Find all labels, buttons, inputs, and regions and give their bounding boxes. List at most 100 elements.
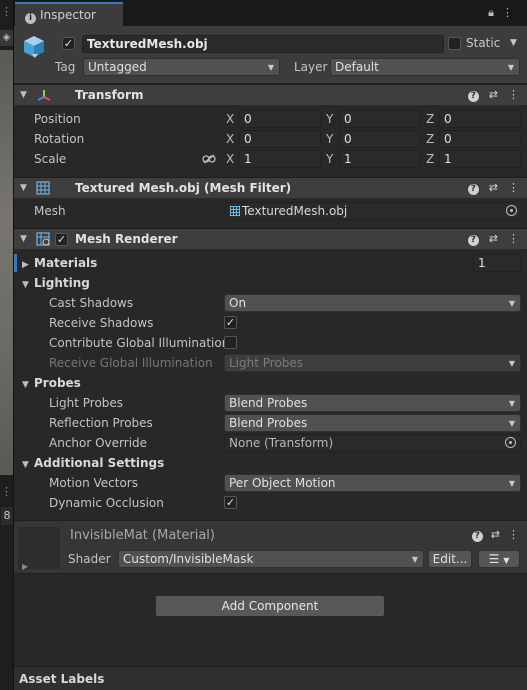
scale-y-field[interactable]: 1 bbox=[339, 150, 421, 168]
chevron-down-icon[interactable]: ▼ bbox=[20, 183, 27, 193]
reflection-probes-dropdown[interactable]: Blend Probes bbox=[224, 414, 521, 432]
object-picker-icon[interactable] bbox=[506, 205, 517, 216]
position-y-field[interactable]: 0 bbox=[339, 110, 421, 128]
asset-labels-label: Asset Labels bbox=[19, 672, 105, 686]
rotation-y-field[interactable]: 0 bbox=[339, 130, 421, 148]
tab-bar: i Inspector 🔒︎⋮ bbox=[14, 0, 527, 26]
probes-label: Probes bbox=[34, 376, 81, 390]
more-icon[interactable]: ⋮ bbox=[1, 486, 12, 497]
mesh-label: Mesh bbox=[34, 204, 66, 218]
chevron-down-icon[interactable]: ▼ bbox=[510, 38, 517, 48]
tag-dropdown[interactable]: Untagged bbox=[83, 58, 280, 76]
material-section: ▶ InvisibleMat (Material) ? ⇄ ⋮ Shader Cus… bbox=[14, 520, 527, 574]
panel-counter: 8 bbox=[1, 507, 13, 525]
position-x-field[interactable]: 0 bbox=[239, 110, 321, 128]
receive-shadows-label: Receive Shadows bbox=[49, 316, 154, 330]
asset-labels-bar[interactable]: Asset Labels bbox=[14, 666, 527, 690]
probes-foldout[interactable]: ▼ Probes bbox=[22, 376, 81, 390]
more-icon[interactable]: ⋮ bbox=[502, 6, 521, 19]
receive-gi-label: Receive Global Illumination bbox=[49, 356, 213, 370]
mesh-renderer-icon bbox=[36, 232, 50, 246]
more-icon[interactable]: ⋮ bbox=[508, 528, 519, 541]
material-title: InvisibleMat (Material) bbox=[70, 528, 215, 543]
component-controls: ? ⇄ ⋮ bbox=[458, 181, 519, 195]
help-icon[interactable]: ? bbox=[471, 531, 483, 542]
layer-label: Layer bbox=[294, 60, 328, 74]
shader-dropdown[interactable]: Custom/InvisibleMask bbox=[118, 550, 424, 568]
selection-indicator bbox=[14, 254, 17, 272]
enabled-checkbox[interactable]: ✓ bbox=[55, 233, 68, 246]
light-probes-label: Light Probes bbox=[49, 396, 124, 410]
rotation-x-field[interactable]: 0 bbox=[239, 130, 321, 148]
object-name-field[interactable]: TexturedMesh.obj bbox=[82, 35, 444, 53]
mesh-renderer-header[interactable]: ▼ ✓ Mesh Renderer ? ⇄ ⋮ bbox=[14, 228, 527, 250]
scale-x-field[interactable]: 1 bbox=[239, 150, 321, 168]
layer-dropdown[interactable]: Default bbox=[330, 58, 520, 76]
help-icon[interactable]: ? bbox=[467, 91, 479, 102]
mesh-object-field[interactable]: TexturedMesh.obj bbox=[225, 202, 522, 220]
transform-header[interactable]: ▼ Transform ? ⇄ ⋮ bbox=[14, 84, 527, 106]
lighting-foldout[interactable]: ▼ Lighting bbox=[22, 276, 90, 290]
add-component-button[interactable]: Add Component bbox=[155, 595, 385, 617]
presets-icon[interactable]: ⇄ bbox=[489, 181, 498, 194]
mesh-renderer-title: Mesh Renderer bbox=[75, 232, 178, 246]
object-picker-icon[interactable] bbox=[505, 437, 516, 448]
help-icon[interactable]: ? bbox=[467, 184, 479, 195]
chevron-down-icon[interactable]: ▼ bbox=[20, 234, 27, 244]
tab-label: Inspector bbox=[40, 8, 96, 22]
tab-inspector[interactable]: i Inspector bbox=[15, 2, 123, 26]
receive-shadows-checkbox[interactable]: ✓ bbox=[224, 316, 237, 329]
axis-z-label: Z bbox=[426, 112, 435, 126]
presets-icon[interactable]: ⇄ bbox=[489, 232, 498, 245]
materials-count-field[interactable]: 1 bbox=[473, 254, 521, 272]
position-z-field[interactable]: 0 bbox=[439, 110, 521, 128]
material-options-button[interactable]: ☰ ▼ bbox=[478, 550, 520, 568]
cast-shadows-dropdown[interactable]: On bbox=[224, 294, 521, 312]
lock-icon[interactable]: 🔒︎ bbox=[488, 6, 502, 19]
mesh-filter-header[interactable]: ▼ Textured Mesh.obj (Mesh Filter) ? ⇄ ⋮ bbox=[14, 177, 527, 199]
anchor-override-label: Anchor Override bbox=[49, 436, 148, 450]
contribute-gi-label: Contribute Global Illumination bbox=[49, 336, 230, 350]
static-checkbox[interactable] bbox=[448, 37, 461, 50]
receive-gi-dropdown: Light Probes bbox=[224, 354, 521, 372]
contribute-gi-checkbox[interactable] bbox=[224, 336, 237, 349]
chevron-down-icon[interactable]: ▼ bbox=[20, 90, 27, 100]
reflection-probes-label: Reflection Probes bbox=[49, 416, 153, 430]
anchor-override-field[interactable]: None (Transform) bbox=[224, 434, 521, 452]
axis-z-label: Z bbox=[426, 132, 435, 146]
layers-icon[interactable]: ◈ bbox=[0, 30, 13, 46]
motion-vectors-dropdown[interactable]: Per Object Motion bbox=[224, 474, 521, 492]
chevron-right-icon[interactable]: ▶ bbox=[22, 562, 28, 571]
info-icon: i bbox=[25, 13, 36, 24]
shader-label: Shader bbox=[68, 552, 111, 566]
axis-x-label: X bbox=[226, 112, 235, 126]
axis-z-label: Z bbox=[426, 152, 435, 166]
axis-y-label: Y bbox=[326, 132, 334, 146]
static-label: Static bbox=[466, 36, 501, 50]
rotation-z-field[interactable]: 0 bbox=[439, 130, 521, 148]
component-controls: ? ⇄ ⋮ bbox=[458, 88, 519, 102]
mesh-value: TexturedMesh.obj bbox=[242, 204, 348, 218]
more-icon[interactable]: ⋮ bbox=[1, 6, 12, 17]
inspector-panel: i Inspector 🔒︎⋮ ✓ TexturedMesh.obj Static… bbox=[14, 0, 527, 690]
transform-icon bbox=[37, 90, 51, 101]
additional-settings-foldout[interactable]: ▼ Additional Settings bbox=[22, 456, 164, 470]
presets-icon[interactable]: ⇄ bbox=[489, 88, 498, 101]
scale-z-field[interactable]: 1 bbox=[439, 150, 521, 168]
dynamic-occlusion-checkbox[interactable]: ✓ bbox=[224, 496, 237, 509]
light-probes-dropdown[interactable]: Blend Probes bbox=[224, 394, 521, 412]
chevron-down-icon: ▼ bbox=[22, 460, 29, 470]
dynamic-occlusion-label: Dynamic Occlusion bbox=[49, 496, 164, 510]
edit-shader-button[interactable]: Edit... bbox=[428, 550, 472, 568]
help-icon[interactable]: ? bbox=[467, 235, 479, 246]
scene-view-preview bbox=[0, 50, 13, 475]
more-icon[interactable]: ⋮ bbox=[508, 88, 519, 101]
adjacent-panel-edge: ⋮ ◈ ⋮ 8 bbox=[0, 0, 14, 690]
presets-icon[interactable]: ⇄ bbox=[491, 528, 500, 541]
more-icon[interactable]: ⋮ bbox=[508, 181, 519, 194]
active-checkbox[interactable]: ✓ bbox=[62, 37, 75, 50]
constrain-proportions-icon[interactable] bbox=[202, 154, 216, 164]
object-header: ✓ TexturedMesh.obj Static ▼ Tag Untagged… bbox=[14, 26, 527, 84]
more-icon[interactable]: ⋮ bbox=[508, 232, 519, 245]
materials-foldout[interactable]: ▶ Materials bbox=[22, 256, 97, 270]
